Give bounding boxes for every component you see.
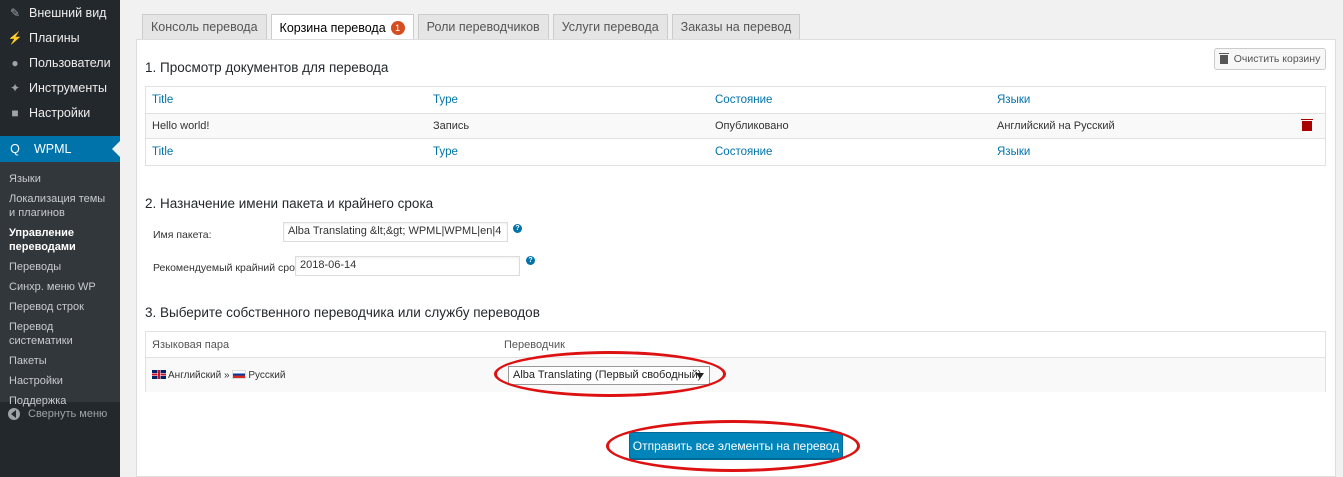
doc-type: Запись [433, 120, 470, 132]
doc-status: Опубликовано [715, 120, 789, 132]
submenu-string-translation[interactable]: Перевод строк [0, 297, 120, 317]
translator-table-header: Языковая пара Переводчик [146, 332, 1325, 358]
doc-languages: Английский на Русский [997, 120, 1115, 132]
col-type[interactable]: Type [428, 94, 710, 106]
tab-translation-basket[interactable]: Корзина перевода 1 [270, 14, 414, 40]
current-menu-arrow [112, 141, 120, 157]
tab-bar: Консоль перевода Корзина перевода 1 Роли … [142, 14, 804, 40]
submenu-wp-menus-sync[interactable]: Синхр. меню WP [0, 277, 120, 297]
wpml-icon: Q [10, 142, 20, 156]
deadline-input[interactable]: 2018-06-14 [295, 256, 520, 276]
table-row: Английский » Русский [146, 358, 1325, 392]
user-icon: ● [11, 55, 19, 70]
collapse-menu-button[interactable]: Свернуть меню [8, 408, 107, 420]
highlight-oval-select [494, 351, 726, 397]
col-translator: Переводчик [504, 338, 565, 351]
documents-table: Title Type Состояние Языки Hello world! … [145, 86, 1326, 166]
sidebar-item-users[interactable]: ● Пользователи [0, 50, 120, 75]
batch-name-label: Имя пакета: [153, 229, 212, 241]
plugin-icon: ⚡ [7, 30, 23, 45]
submenu-settings[interactable]: Настройки [0, 371, 120, 391]
submenu-translation-management[interactable]: Управление переводами [0, 223, 120, 257]
delete-icon[interactable] [1301, 119, 1313, 131]
tab-translator-roles[interactable]: Роли переводчиков [417, 14, 549, 39]
basket-count-badge: 1 [390, 20, 405, 35]
collapse-icon [8, 408, 20, 420]
col-languages-footer[interactable]: Языки [992, 146, 1282, 158]
settings-icon: ■ [11, 105, 19, 120]
ru-flag-icon [232, 370, 247, 380]
deadline-label: Рекомендуемый крайний срок: [153, 262, 303, 274]
section2-title: 2. Назначение имени пакета и крайнего ср… [145, 196, 434, 211]
doc-title: Hello world! [152, 120, 210, 132]
batch-name-input[interactable]: Alba Translating &lt;&gt; WPML|WPML|en|4 [283, 222, 508, 242]
wpml-submenu: Языки Локализация темы и плагинов Управл… [0, 162, 120, 407]
submenu-taxonomy-translation[interactable]: Перевод систематики [0, 317, 120, 351]
language-pair: Английский » Русский [146, 370, 285, 381]
submenu-translations[interactable]: Переводы [0, 257, 120, 277]
tab-translation-services[interactable]: Услуги перевода [552, 14, 668, 39]
tab-translation-dashboard[interactable]: Консоль перевода [142, 14, 267, 39]
submenu-languages[interactable]: Языки [0, 169, 120, 189]
sidebar-item-plugins[interactable]: ⚡ Плагины [0, 25, 120, 50]
sidebar-item-settings[interactable]: ■ Настройки [0, 100, 120, 125]
highlight-oval-send [606, 420, 860, 472]
col-title-footer[interactable]: Title [146, 146, 428, 158]
sidebar-item-wpml[interactable]: Q WPML [0, 136, 120, 162]
table-header: Title Type Состояние Языки [146, 87, 1325, 113]
submenu-theme-localization[interactable]: Локализация темы и плагинов [0, 189, 120, 223]
table-footer: Title Type Состояние Языки [146, 139, 1325, 165]
translator-table: Языковая пара Переводчик Английский » Ру… [145, 331, 1326, 392]
col-status[interactable]: Состояние [710, 94, 992, 106]
col-status-footer[interactable]: Состояние [710, 146, 992, 158]
clear-basket-button[interactable]: Очистить корзину [1214, 48, 1326, 70]
col-languages[interactable]: Языки [992, 94, 1282, 106]
trash-icon [1218, 52, 1229, 64]
col-title[interactable]: Title [146, 94, 428, 106]
paintbrush-icon: ✎ [9, 5, 21, 20]
section3-title: 3. Выберите собственного переводчика или… [145, 305, 540, 320]
submenu-packages[interactable]: Пакеты [0, 351, 120, 371]
uk-flag-icon [152, 370, 166, 380]
col-type-footer[interactable]: Type [428, 146, 710, 158]
col-language-pair: Языковая пара [152, 338, 230, 351]
wrench-icon: ✦ [9, 80, 21, 95]
sidebar-item-tools[interactable]: ✦ Инструменты [0, 75, 120, 100]
admin-sidebar: ✎ Внешний вид ⚡ Плагины ● Пользователи ✦ Инс… [0, 0, 120, 477]
help-icon[interactable]: ? [526, 256, 535, 265]
table-row: Hello world! Запись Опубликовано Английс… [146, 113, 1325, 139]
section1-title: 1. Просмотр документов для перевода [145, 60, 389, 75]
help-icon[interactable]: ? [513, 224, 522, 233]
tab-translation-jobs[interactable]: Заказы на перевод [671, 14, 801, 39]
sidebar-item-appearance[interactable]: ✎ Внешний вид [0, 0, 120, 25]
